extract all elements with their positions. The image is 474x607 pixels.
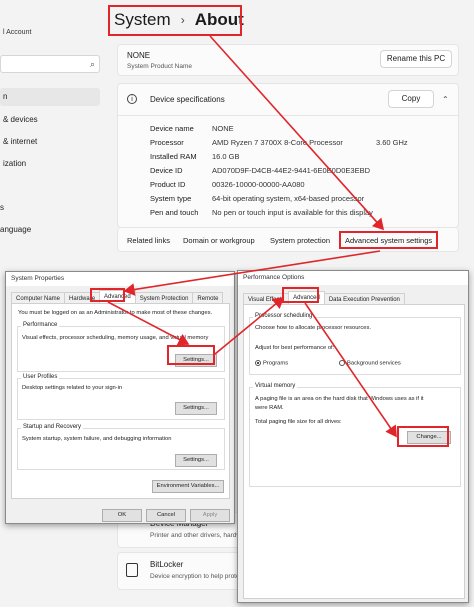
user-profiles-settings-button[interactable]: Settings... [175,402,217,415]
highlight-box-change-button [397,426,449,447]
rename-pc-button[interactable]: Rename this PC [380,50,452,68]
radio-unselected-icon [339,360,345,366]
spec-value: 64-bit operating system, x64-based proce… [212,194,365,203]
account-label: l Account [3,29,32,36]
sidebar-item-system[interactable]: n [0,88,100,106]
system-properties-dialog: System Properties Computer Name Hardware… [5,271,235,524]
adjust-label: Adjust for best performance of: [255,345,335,351]
dialog-title: System Properties [6,272,234,286]
specs-title: Device specifications [150,95,225,104]
spec-value: 00326-10000-00000-AA080 [212,180,305,189]
spec-label: Device ID [150,166,183,175]
spec-label: Device name [150,124,194,133]
spec-value: 16.0 GB [212,152,240,161]
tab-panel: You must be logged on as an Administrato… [11,303,230,499]
spec-value: AD070D9F-D4CB-44E2-9441-6E0E0D0E3EBD [212,166,370,175]
virtual-memory-desc-2: were RAM. [255,405,284,411]
tab-panel: Processor scheduling Choose how to alloc… [243,304,465,599]
search-icon: ⌕ [89,59,95,69]
divider [118,115,458,116]
highlight-box-advanced-link [339,231,438,249]
radio-programs[interactable]: Programs [255,360,288,367]
device-manager-subtitle: Printer and other drivers, hardware [150,532,251,539]
related-links-label: Related links [127,236,170,245]
chevron-up-icon[interactable]: ⌃ [442,95,449,104]
startup-recovery-title: Startup and Recovery [21,424,84,430]
spec-value: No pen or touch input is available for t… [212,208,373,217]
sidebar-item-network-internet[interactable]: & internet [3,137,37,146]
search-input[interactable]: ⌕ [0,55,100,73]
spec-value: AMD Ryzen 7 3700X 8-Core Processor [212,138,343,147]
spec-value: NONE [212,124,234,133]
sidebar-item-time-language[interactable]: anguage [0,225,31,234]
radio-selected-icon [255,360,261,366]
spec-label: Pen and touch [150,208,199,217]
device-model: System Product Name [127,63,193,70]
startup-recovery-settings-button[interactable]: Settings... [175,454,217,467]
admin-note: You must be logged on as an Administrato… [18,310,213,316]
cancel-button[interactable]: Cancel [146,509,186,522]
user-profiles-desc: Desktop settings related to your sign-in [22,385,123,391]
spec-label: Product ID [150,180,186,189]
link-domain-workgroup[interactable]: Domain or workgroup [183,236,255,245]
highlight-box-settings-button [167,345,215,365]
user-profiles-title: User Profiles [21,374,60,380]
spec-label: Installed RAM [150,152,197,161]
environment-variables-button[interactable]: Environment Variables... [152,480,224,493]
ok-button[interactable]: OK [102,509,142,522]
sidebar-item-bluetooth-devices[interactable]: & devices [3,115,38,124]
spec-label: Processor [150,138,184,147]
virtual-memory-desc-1: A paging file is an area on the hard dis… [255,396,424,402]
sidebar-item-apps[interactable]: s [0,203,4,212]
radio-programs-label: Programs [263,360,289,367]
sidebar-item-personalization[interactable]: ization [3,159,26,168]
bitlocker-title: BitLocker [150,560,184,569]
performance-desc: Visual effects, processor scheduling, me… [22,335,209,341]
apply-button[interactable]: Apply [190,509,230,522]
link-system-protection[interactable]: System protection [270,236,330,245]
highlight-box-advanced-tab [282,287,319,303]
dialog-title: Performance Options [238,271,468,285]
spec-value-extra: 3.60 GHz [376,138,408,147]
highlight-box-advanced-tab [90,288,125,302]
processor-scheduling-title: Processor scheduling [253,313,315,319]
info-icon: i [127,94,137,104]
highlight-box-title [108,5,242,36]
paging-total-label: Total paging file size for all drives: [255,419,342,425]
lock-icon [126,563,138,577]
performance-title: Performance [21,322,60,328]
radio-background-services[interactable]: Background services [339,360,401,367]
device-name: NONE [127,51,151,60]
virtual-memory-title: Virtual memory [253,383,298,389]
radio-background-services-label: Background services [347,360,401,367]
startup-recovery-desc: System startup, system failure, and debu… [22,436,172,442]
spec-label: System type [150,194,192,203]
processor-scheduling-desc: Choose how to allocate processor resourc… [255,325,371,331]
copy-button[interactable]: Copy [388,90,434,108]
